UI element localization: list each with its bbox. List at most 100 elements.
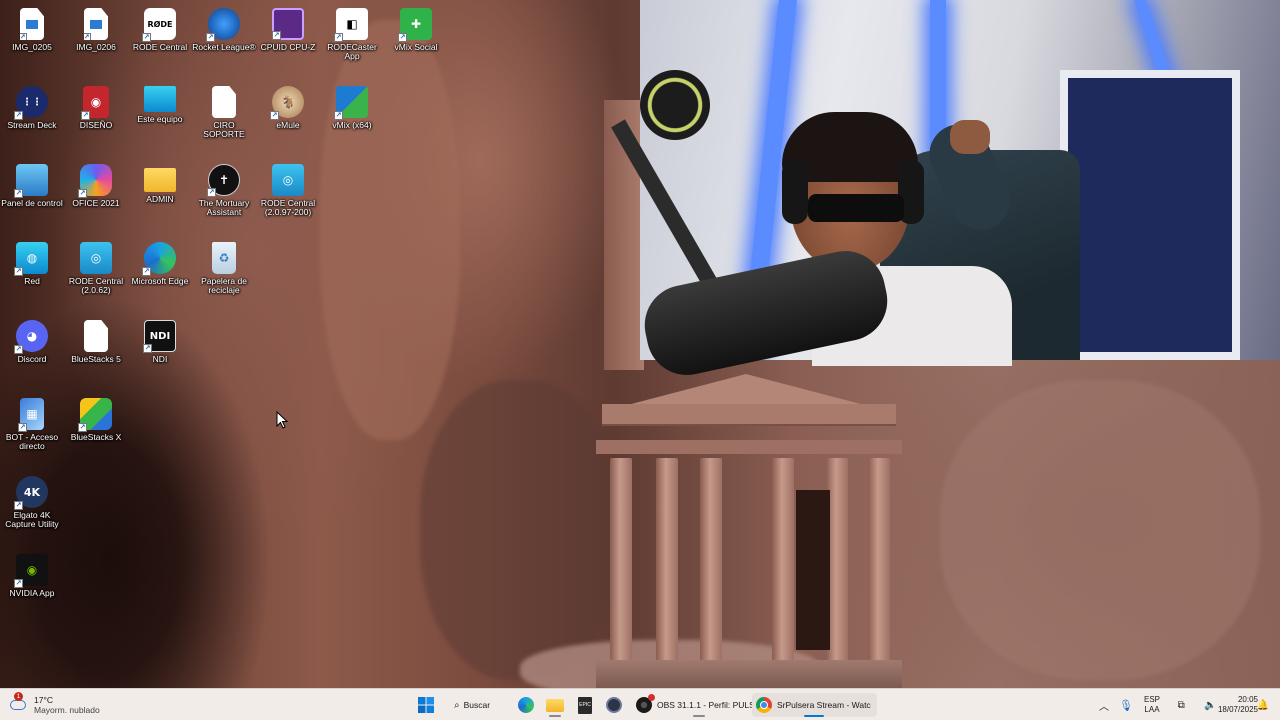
- desktop-icon-bluestacks-5[interactable]: BlueStacks 5: [64, 316, 128, 394]
- icon-label: Rocket League®: [192, 42, 256, 52]
- streamer-sunglasses: [808, 194, 904, 222]
- network-icon: ⧉: [1177, 699, 1185, 711]
- chrome-icon: [756, 697, 772, 713]
- desktop-icon-este-equipo[interactable]: Este equipo: [128, 82, 192, 160]
- taskbar-app-circle[interactable]: [601, 693, 627, 717]
- desktop-icon-rocket-league[interactable]: ↗ Rocket League®: [192, 4, 256, 82]
- desktop-icon-nvidia-app[interactable]: ◉ ↗ NVIDIA App: [0, 550, 64, 628]
- desktop-icon-img-0206[interactable]: ↗ IMG_0206: [64, 4, 128, 82]
- desktop-icon-ofice-2021[interactable]: ↗ OFICE 2021: [64, 160, 128, 238]
- desktop-icon-discord[interactable]: ◕ ↗ Discord: [0, 316, 64, 394]
- desktop-icon-bluestacks-x[interactable]: ↗ BlueStacks X: [64, 394, 128, 472]
- edge-icon: [518, 697, 534, 713]
- facade-doorway: [796, 490, 830, 650]
- installer-disc-icon: ◎: [272, 164, 304, 196]
- weather-widget[interactable]: 1 17°C Mayorm. nublado: [8, 692, 118, 717]
- icon-label: RODE Central (2.0.62): [68, 276, 124, 295]
- facade-pediment: [616, 374, 876, 408]
- icon-label: Stream Deck: [7, 120, 57, 130]
- start-button[interactable]: [413, 693, 439, 717]
- rock-formation: [940, 380, 1260, 680]
- facade-column: [868, 458, 890, 668]
- desktop-icon-rodecaster-app[interactable]: ◧ ↗ RODECaster App: [320, 4, 384, 82]
- ring-light: [640, 70, 710, 140]
- desktop-icon-mortuary-assistant[interactable]: ✝ ↗ The Mortuary Assistant: [192, 160, 256, 238]
- desktop-icon-vmix-x64[interactable]: ↗ vMix (x64): [320, 82, 384, 160]
- monitor-icon: [144, 86, 176, 112]
- icon-label: RODE Central: [132, 42, 188, 52]
- network-globe-icon: ◍ ↗: [14, 242, 48, 276]
- desktop-icon-vmix-social[interactable]: ✚ ↗ vMix Social: [384, 4, 448, 82]
- show-hidden-icons-button[interactable]: ︿: [1092, 693, 1116, 717]
- design-folder-icon: ◉ ↗: [81, 86, 109, 120]
- vmix-social-icon: ✚ ↗: [398, 8, 432, 42]
- desktop-icon-rode-central[interactable]: RØDE ↗ RODE Central: [128, 4, 192, 82]
- elgato-logo-text: 4K: [23, 485, 41, 499]
- folder-icon: [144, 168, 176, 192]
- desktop-icon-stream-deck[interactable]: ⋮⋮ ↗ Stream Deck: [0, 82, 64, 160]
- desktop-icon-ciro-soporte[interactable]: CIRO SOPORTE: [192, 82, 256, 160]
- icon-label: OFICE 2021: [72, 198, 120, 208]
- facade-frieze: [596, 440, 902, 454]
- elgato-4k-icon: 4K ↗: [14, 476, 48, 510]
- installer-disc-icon: ◎: [80, 242, 112, 274]
- icon-label: Discord: [17, 354, 47, 364]
- notifications-button[interactable]: 🔔: [1252, 693, 1274, 717]
- facade-column: [610, 458, 632, 668]
- webcam-background-doorway: [1060, 70, 1240, 360]
- icon-label: Red: [24, 276, 40, 286]
- icon-label: Elgato 4K Capture Utility: [5, 510, 59, 529]
- search-button[interactable]: ⌕ Buscar: [446, 693, 506, 717]
- bell-icon: 🔔: [1256, 699, 1270, 711]
- clock[interactable]: 20:05 18/07/2025: [1206, 693, 1258, 717]
- icon-label: Panel de control: [1, 198, 63, 208]
- desktop-icon-papelera[interactable]: ♻ Papelera de reciclaje: [192, 238, 256, 316]
- search-label: Buscar: [463, 700, 491, 710]
- desktop-icon-red[interactable]: ◍ ↗ Red: [0, 238, 64, 316]
- mortuary-assistant-icon: ✝ ↗: [207, 164, 240, 197]
- document-icon: [84, 320, 108, 352]
- facade-entablature: [602, 404, 896, 424]
- desktop-icon-cpuz[interactable]: ↗ CPUID CPU-Z: [256, 4, 320, 82]
- desktop-icon-rode-central-2097[interactable]: ◎ RODE Central (2.0.97-200): [256, 160, 320, 238]
- chevron-up-icon: ︿: [1099, 701, 1109, 713]
- desktop-icon-bot-acceso-directo[interactable]: ▦ ↗ BOT - Acceso directo: [0, 394, 64, 472]
- desktop-icon-ndi[interactable]: NDI ↗ NDI: [128, 316, 192, 394]
- icon-label: IMG_0205: [12, 42, 52, 52]
- taskbar-edge[interactable]: [513, 693, 539, 717]
- desktop-icon-rode-central-2062[interactable]: ◎ RODE Central (2.0.62): [64, 238, 128, 316]
- microphone-indicator[interactable]: 🎙: [1115, 693, 1137, 717]
- search-icon: ⌕: [454, 699, 460, 711]
- discord-icon: ◕ ↗: [14, 320, 48, 354]
- petra-treasury-facade: [596, 360, 902, 688]
- desktop-icon-admin[interactable]: ADMIN: [128, 160, 192, 238]
- desktop-icon-elgato-4k[interactable]: 4K ↗ Elgato 4K Capture Utility: [0, 472, 64, 550]
- icon-label: NVIDIA App: [9, 588, 55, 598]
- weather-temperature: 17°C: [34, 695, 53, 705]
- icon-label: BOT - Acceso directo: [5, 432, 59, 451]
- taskbar-obs[interactable]: OBS 31.1.1 - Perfil: PULSE: [632, 693, 766, 717]
- icon-label: Microsoft Edge: [131, 276, 189, 286]
- stream-deck-icon: ⋮⋮ ↗: [14, 86, 48, 120]
- taskbar-app-label: SrPulsera Stream - Watc: [777, 700, 871, 710]
- rocket-league-icon: ↗: [206, 8, 240, 42]
- language-switcher[interactable]: ESP LAA: [1140, 693, 1164, 717]
- desktop-icon-diseno[interactable]: ◉ ↗ DISEÑO: [64, 82, 128, 160]
- taskbar-app-label: OBS 31.1.1 - Perfil: PULSE: [657, 700, 761, 710]
- desktop-icon-emule[interactable]: 🐐 ↗ eMule: [256, 82, 320, 160]
- icon-label: DISEÑO: [79, 120, 113, 130]
- taskbar-file-explorer[interactable]: [542, 693, 568, 717]
- desktop-icon-panel-de-control[interactable]: ↗ Panel de control: [0, 160, 64, 238]
- taskbar-chrome[interactable]: SrPulsera Stream - Watc: [752, 693, 877, 717]
- icon-label: eMule: [276, 120, 300, 130]
- cloud-sun-icon: 1: [8, 692, 28, 712]
- taskbar-epic-games[interactable]: EPIC: [572, 693, 598, 717]
- obs-icon: [636, 694, 655, 713]
- icon-label: ADMIN: [146, 194, 174, 204]
- facade-steps: [596, 660, 902, 688]
- desktop-icon-microsoft-edge[interactable]: ↗ Microsoft Edge: [128, 238, 192, 316]
- desktop-icon-img-0205[interactable]: ↗ IMG_0205: [0, 4, 64, 82]
- facade-column: [656, 458, 678, 668]
- streamer-fist: [950, 120, 990, 154]
- icon-label: BlueStacks X: [70, 432, 122, 442]
